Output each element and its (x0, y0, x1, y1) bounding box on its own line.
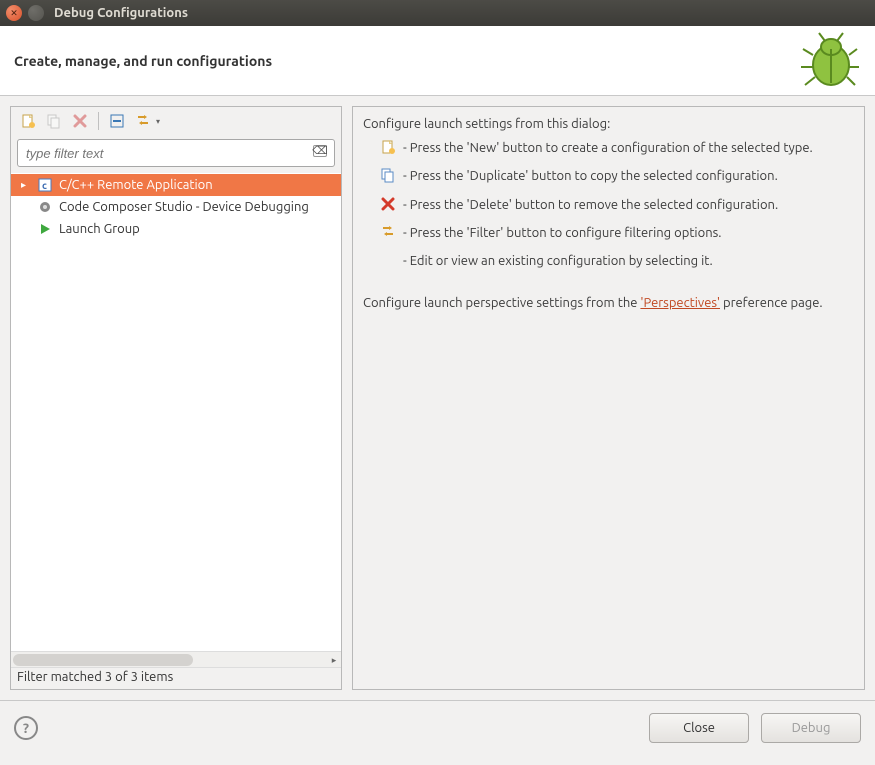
play-icon (37, 221, 53, 237)
duplicate-config-button[interactable] (43, 110, 65, 132)
window-close-button[interactable]: ✕ (6, 5, 22, 21)
perspectives-link[interactable]: 'Perspectives' (640, 296, 720, 310)
window-title: Debug Configurations (54, 6, 188, 20)
delete-x-icon (72, 113, 88, 129)
duplicate-icon (46, 113, 62, 129)
delete-config-button[interactable] (69, 110, 91, 132)
scroll-right-arrow-icon[interactable]: ▸ (327, 653, 341, 667)
instruction-edit: - Edit or view an existing configuration… (379, 252, 854, 270)
toolbar-separator (98, 112, 99, 130)
tree-item-label: C/C++ Remote Application (59, 178, 213, 192)
footer-buttons: Close Debug (649, 713, 861, 743)
instruction-text: - Press the 'Delete' button to remove th… (403, 196, 778, 214)
instruction-delete: - Press the 'Delete' button to remove th… (379, 196, 854, 214)
tree-item-ccs-debug[interactable]: Code Composer Studio - Device Debugging (11, 196, 341, 218)
instruction-text: - Press the 'Duplicate' button to copy t… (403, 167, 778, 185)
perspective-note-post: preference page. (723, 296, 823, 310)
chevron-down-icon[interactable]: ▾ (156, 117, 160, 126)
window-titlebar: ✕ Debug Configurations (0, 0, 875, 26)
instructions-panel: Configure launch settings from this dial… (352, 106, 865, 690)
tree-item-launch-group[interactable]: Launch Group (11, 218, 341, 240)
filter-input[interactable] (17, 139, 335, 167)
window-minimize-button[interactable] (28, 5, 44, 21)
dialog-content: ▾ ⌫ ▸ c C/C++ Remote Application Code Co… (0, 96, 875, 700)
instructions-intro: Configure launch settings from this dial… (363, 115, 854, 133)
filter-status-label: Filter matched 3 of 3 items (11, 667, 341, 689)
tree-item-c-remote-app[interactable]: ▸ c C/C++ Remote Application (11, 174, 341, 196)
gear-icon (37, 199, 53, 215)
instruction-new: - Press the 'New' button to create a con… (379, 139, 854, 157)
filter-config-button[interactable] (132, 110, 154, 132)
instruction-duplicate: - Press the 'Duplicate' button to copy t… (379, 167, 854, 185)
tree-item-label: Launch Group (59, 222, 140, 236)
collapse-icon (109, 113, 125, 129)
filter-arrows-icon (135, 113, 151, 129)
close-button[interactable]: Close (649, 713, 749, 743)
clear-filter-button[interactable]: ⌫ (313, 145, 327, 157)
new-file-icon (20, 113, 36, 129)
instruction-text: - Edit or view an existing configuration… (403, 252, 713, 270)
filter-wrap: ⌫ (11, 135, 341, 173)
scroll-thumb[interactable] (13, 654, 193, 666)
expander-icon[interactable]: ▸ (21, 179, 31, 191)
dialog-footer: ? Close Debug (0, 700, 875, 755)
perspective-note: Configure launch perspective settings fr… (363, 294, 854, 312)
help-button[interactable]: ? (14, 716, 38, 740)
dialog-header: Create, manage, and run configurations (0, 26, 875, 96)
configurations-tree[interactable]: ▸ c C/C++ Remote Application Code Compos… (11, 173, 341, 651)
configurations-panel: ▾ ⌫ ▸ c C/C++ Remote Application Code Co… (10, 106, 342, 690)
instruction-filter: - Press the 'Filter' button to configure… (379, 224, 854, 242)
dialog-header-title: Create, manage, and run configurations (14, 53, 272, 69)
new-config-button[interactable] (17, 110, 39, 132)
new-file-icon (379, 139, 397, 155)
debug-button[interactable]: Debug (761, 713, 861, 743)
collapse-all-button[interactable] (106, 110, 128, 132)
tree-horizontal-scrollbar[interactable]: ◂ ▸ (11, 651, 341, 667)
c-file-icon: c (37, 177, 53, 193)
debug-beetle-icon (797, 29, 861, 93)
perspective-note-pre: Configure launch perspective settings fr… (363, 296, 640, 310)
instruction-text: - Press the 'Filter' button to configure… (403, 224, 721, 242)
duplicate-icon (379, 167, 397, 183)
svg-text:c: c (42, 180, 47, 191)
delete-x-icon (379, 196, 397, 212)
tree-item-label: Code Composer Studio - Device Debugging (59, 200, 309, 214)
instruction-text: - Press the 'New' button to create a con… (403, 139, 813, 157)
configurations-toolbar: ▾ (11, 107, 341, 135)
filter-arrows-icon (379, 224, 397, 240)
